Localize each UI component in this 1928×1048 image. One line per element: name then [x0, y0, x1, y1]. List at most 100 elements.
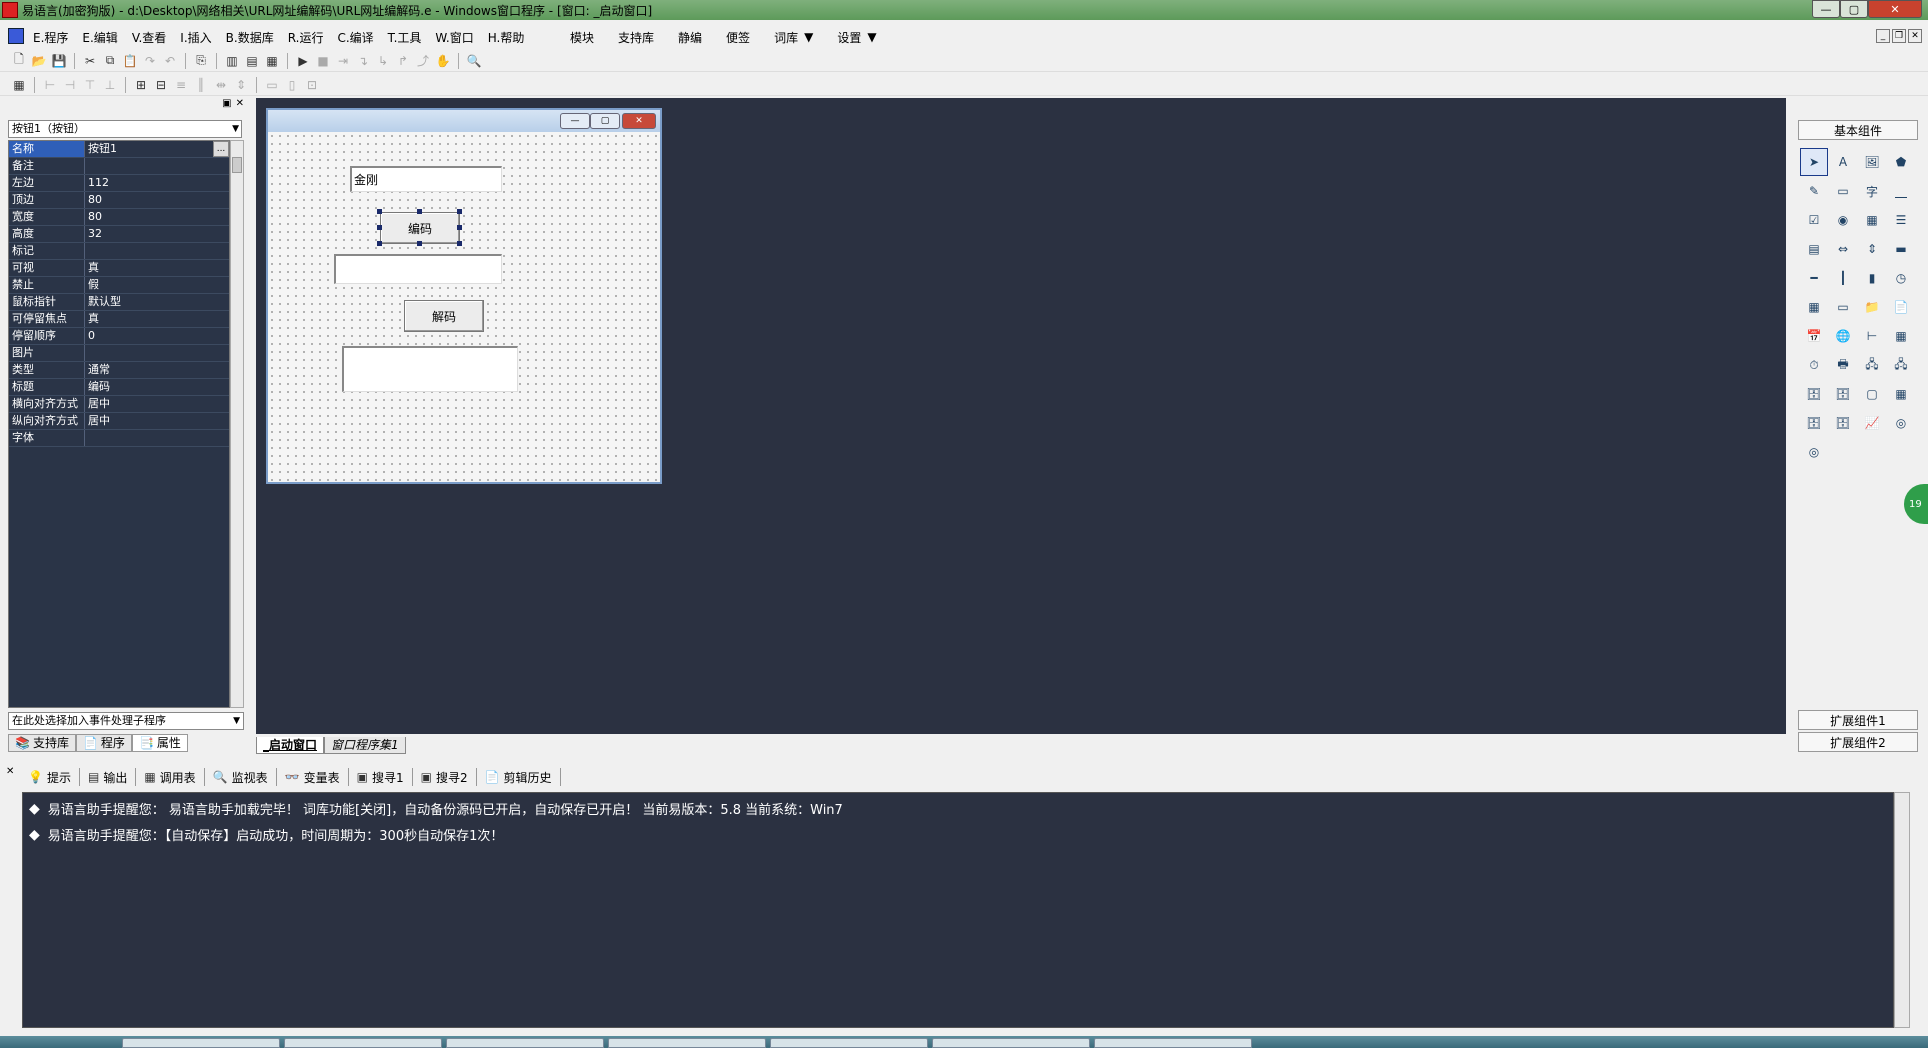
decode-button[interactable]: 解码	[404, 300, 484, 332]
window-icon[interactable]: ▢	[1858, 380, 1886, 408]
property-row[interactable]: 纵向对齐方式 居中	[9, 413, 229, 430]
hand-icon[interactable]: ✋	[434, 52, 452, 70]
taskbar-item[interactable]	[770, 1038, 928, 1048]
taskbar-item[interactable]	[1094, 1038, 1252, 1048]
same-height-icon[interactable]: ⇕	[232, 76, 250, 94]
property-value[interactable]: 112	[85, 175, 229, 191]
odbc-icon[interactable]: ◎	[1887, 409, 1915, 437]
clock-icon[interactable]: ◷	[1887, 264, 1915, 292]
property-row[interactable]: 名称 按钮1...	[9, 141, 229, 158]
property-value[interactable]: 80	[85, 192, 229, 208]
tab-startup-window[interactable]: _启动窗口	[256, 736, 325, 754]
menu-static-compile[interactable]: 静编	[666, 29, 714, 46]
menu-window[interactable]: W.窗口	[428, 29, 480, 46]
size-both-icon[interactable]: ⊡	[303, 76, 321, 94]
tab-program[interactable]: 📄 程序	[75, 734, 132, 752]
space-h-icon[interactable]: ≡	[172, 76, 190, 94]
size-w-icon[interactable]: ▭	[263, 76, 281, 94]
mdi-minimize-button[interactable]: _	[1876, 29, 1890, 43]
layout3-icon[interactable]: ▦	[263, 52, 281, 70]
property-value[interactable]	[85, 158, 229, 174]
property-scrollbar[interactable]	[230, 140, 244, 708]
chevron-down-icon[interactable]: ▼	[232, 121, 239, 137]
property-row[interactable]: 高度 32	[9, 226, 229, 243]
chart-icon[interactable]: 📈	[1858, 409, 1886, 437]
step5-icon[interactable]: ⤴	[414, 52, 432, 70]
step3-icon[interactable]: ↳	[374, 52, 392, 70]
menu-settings[interactable]: 设置 ▼	[825, 29, 888, 46]
tab-watch[interactable]: 🔍 监视表	[205, 768, 277, 786]
globe-icon[interactable]: 🌐	[1829, 322, 1857, 350]
design-form-window[interactable]: — ▢ ✕ 金刚 编码 解码	[266, 108, 662, 484]
property-value[interactable]: 假	[85, 277, 229, 293]
event-selector[interactable]: 在此处选择加入事件处理子程序 ▼	[8, 712, 244, 730]
selection-handle[interactable]	[377, 225, 382, 230]
property-row[interactable]: 鼠标指针 默认型	[9, 294, 229, 311]
tab-output[interactable]: ▤ 输出	[80, 768, 137, 786]
grid-box-icon[interactable]: ▦	[1858, 206, 1886, 234]
list-box-icon[interactable]: ☰	[1887, 206, 1915, 234]
menu-notes[interactable]: 便签	[714, 29, 762, 46]
align-top-icon[interactable]: ⊤	[81, 76, 99, 94]
chevron-down-icon[interactable]: ▼	[233, 713, 240, 729]
net2-icon[interactable]: 🖧	[1887, 351, 1915, 379]
tab-properties[interactable]: 📑 属性	[131, 734, 188, 752]
property-value[interactable]	[85, 345, 229, 361]
close-button[interactable]: ✕	[1868, 0, 1922, 18]
menu-view[interactable]: V.查看	[125, 29, 173, 46]
step2-icon[interactable]: ↴	[354, 52, 372, 70]
basic-components-header[interactable]: 基本组件	[1798, 120, 1918, 140]
form-title-bar[interactable]: — ▢ ✕	[268, 110, 660, 132]
property-value[interactable]	[85, 430, 229, 446]
property-row[interactable]: 备注	[9, 158, 229, 175]
property-row[interactable]: 可停留焦点真	[9, 311, 229, 328]
property-row[interactable]: 左边 112	[9, 175, 229, 192]
pen-edit-icon[interactable]: ✎	[1800, 177, 1828, 205]
property-row[interactable]: 可视真	[9, 260, 229, 277]
scroll-icon[interactable]: ⇕	[1858, 235, 1886, 263]
char-icon[interactable]: 字	[1858, 177, 1886, 205]
menu-edit[interactable]: E.编辑	[75, 29, 124, 46]
selection-handle[interactable]	[377, 241, 382, 246]
mdi-close-button[interactable]: ✕	[1908, 29, 1922, 43]
property-row[interactable]: 停留顺序 0	[9, 328, 229, 345]
taskbar-item[interactable]	[284, 1038, 442, 1048]
folder-icon[interactable]: 📁	[1858, 293, 1886, 321]
selection-handle[interactable]	[457, 209, 462, 214]
line-icon[interactable]: ⎽	[1887, 177, 1915, 205]
network-icon[interactable]: 🖧	[1858, 351, 1886, 379]
property-value[interactable]: 按钮1...	[85, 141, 229, 157]
grid-icon[interactable]: ▦	[1800, 293, 1828, 321]
maximize-button[interactable]: ▢	[1840, 0, 1868, 18]
tab-variables[interactable]: 👓 变量表	[277, 768, 349, 786]
redo-icon[interactable]: ↷	[141, 52, 159, 70]
cursor-icon[interactable]: ➤	[1800, 148, 1828, 176]
property-row[interactable]: 宽度 80	[9, 209, 229, 226]
pin-icon[interactable]: ▣	[222, 98, 231, 109]
db4-icon[interactable]: 🗄	[1829, 409, 1857, 437]
encode-button[interactable]: 编码	[380, 212, 460, 244]
new-file-icon[interactable]: 🗋	[10, 52, 28, 70]
extension-components-1[interactable]: 扩展组件1	[1798, 710, 1918, 730]
layout2-icon[interactable]: ▤	[243, 52, 261, 70]
selection-handle[interactable]	[417, 209, 422, 214]
helper-icon[interactable]: 🔍	[465, 52, 483, 70]
property-value[interactable]: 真	[85, 260, 229, 276]
cut-icon[interactable]: ✂	[81, 52, 99, 70]
grid-icon[interactable]: ▦	[10, 76, 28, 94]
tab-support-lib[interactable]: 📚 支持库	[8, 734, 76, 752]
list-view-icon[interactable]: ▤	[1800, 235, 1828, 263]
tree-icon[interactable]: ⊢	[1858, 322, 1886, 350]
align-left-icon[interactable]: ⊢	[41, 76, 59, 94]
center-v-icon[interactable]: ⊟	[152, 76, 170, 94]
calendar-icon[interactable]: 📅	[1800, 322, 1828, 350]
menu-help[interactable]: H.帮助	[481, 29, 532, 46]
menu-program[interactable]: E.程序	[26, 29, 75, 46]
property-row[interactable]: 禁止假	[9, 277, 229, 294]
property-value[interactable]: 默认型	[85, 294, 229, 310]
paste-icon[interactable]: 📋	[121, 52, 139, 70]
edit-input-1[interactable]: 金刚	[350, 166, 502, 192]
selection-handle[interactable]	[457, 241, 462, 246]
db1-icon[interactable]: 🗄	[1800, 380, 1828, 408]
label-icon[interactable]: A	[1829, 148, 1857, 176]
